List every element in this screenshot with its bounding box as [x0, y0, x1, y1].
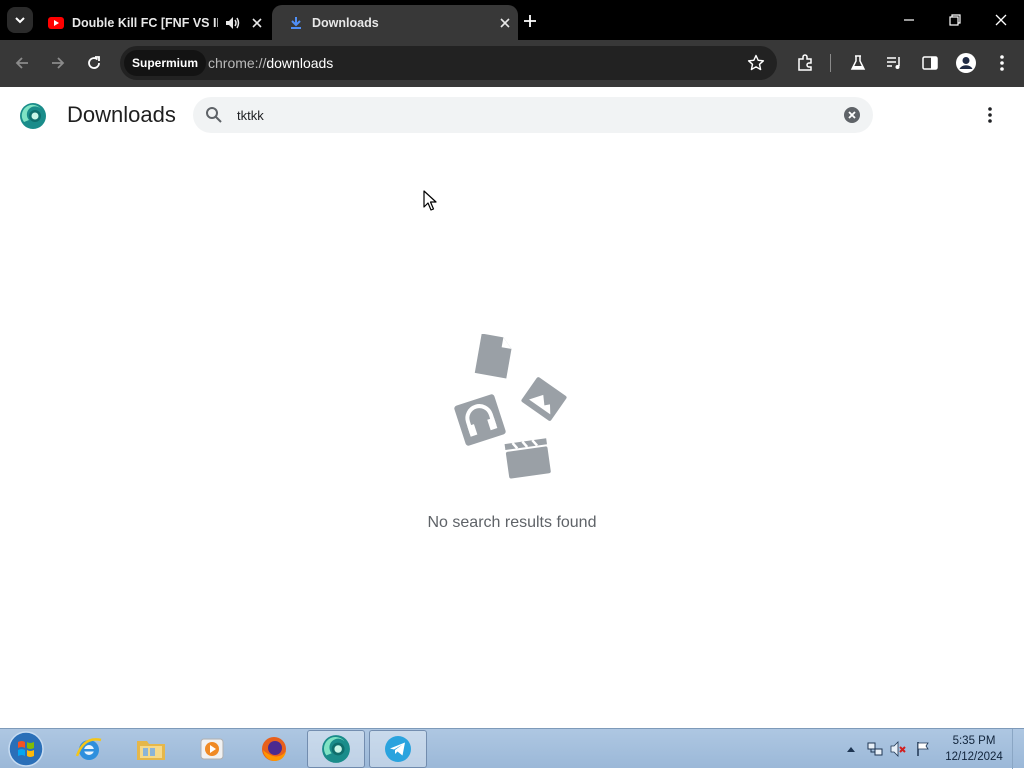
empty-state-message: No search results found [427, 514, 597, 531]
windows-start-icon [8, 731, 44, 767]
tab-title: Double Kill FC [FNF VS IMP [72, 15, 218, 30]
taskbar-media-player[interactable] [183, 730, 241, 768]
supermium-logo-icon [20, 103, 46, 129]
close-icon [995, 14, 1007, 26]
side-panel-button[interactable] [917, 50, 943, 76]
side-panel-icon [922, 56, 938, 70]
media-player-icon [200, 738, 224, 760]
video-icon [504, 438, 551, 479]
speaker-icon[interactable] [224, 14, 242, 32]
volume-muted-icon[interactable] [890, 740, 908, 758]
windows-taskbar: 5:35 PM 12/12/2024 [0, 728, 1024, 769]
browser-menu-button[interactable] [989, 50, 1015, 76]
image-icon [521, 377, 567, 421]
system-tray [842, 737, 932, 761]
reload-icon [88, 56, 100, 69]
clock-date: 12/12/2024 [945, 751, 1003, 763]
show-desktop-button[interactable] [1012, 729, 1024, 769]
plus-icon [524, 15, 536, 27]
tab-downloads[interactable]: Downloads [272, 5, 518, 40]
supermium-icon [322, 735, 350, 763]
arrow-left-icon [15, 57, 28, 69]
media-controls-button[interactable] [881, 50, 907, 76]
system-clock[interactable]: 5:35 PM 12/12/2024 [938, 733, 1010, 765]
forward-button[interactable] [45, 50, 71, 76]
page-title: Downloads [67, 102, 176, 127]
taskbar-telegram[interactable] [369, 730, 427, 768]
chevron-down-icon [15, 17, 25, 24]
url-host: downloads [266, 55, 334, 71]
reload-button[interactable] [81, 50, 107, 76]
close-tab-icon[interactable] [248, 14, 266, 32]
close-tab-icon[interactable] [496, 14, 514, 32]
browser-toolbar: Supermium chrome://downloads [0, 40, 1024, 87]
action-center-flag-icon[interactable] [914, 740, 932, 758]
mouse-cursor-icon [423, 190, 437, 211]
internet-explorer-icon [75, 738, 102, 760]
toolbar-separator [830, 54, 831, 72]
tab-search-button[interactable] [7, 7, 33, 33]
back-button[interactable] [9, 50, 35, 76]
tab-title: Downloads [312, 15, 379, 30]
tab-youtube[interactable]: Double Kill FC [FNF VS IMP [42, 5, 276, 40]
more-vert-icon [988, 107, 992, 123]
new-tab-button[interactable] [519, 10, 541, 32]
clock-time: 5:35 PM [952, 735, 996, 747]
start-button[interactable] [6, 730, 46, 768]
download-icon [288, 15, 304, 31]
address-bar[interactable]: Supermium chrome://downloads [120, 46, 777, 80]
restore-button[interactable] [935, 6, 975, 34]
taskbar-firefox[interactable] [245, 730, 303, 768]
document-icon [474, 334, 512, 379]
minimize-icon [904, 19, 914, 21]
audio-file-icon [454, 394, 506, 446]
bookmark-star-icon[interactable] [747, 54, 765, 72]
close-window-button[interactable] [981, 6, 1021, 34]
downloads-menu-button[interactable] [980, 104, 1000, 126]
labs-button[interactable] [845, 50, 871, 76]
file-explorer-icon [137, 741, 165, 760]
extensions-button[interactable] [792, 50, 818, 76]
arrow-right-icon [52, 57, 65, 69]
flask-icon [850, 55, 866, 70]
minimize-button[interactable] [889, 6, 929, 34]
tab-strip: Double Kill FC [FNF VS IMP Downloads [0, 0, 1024, 40]
url-text[interactable]: chrome://downloads [208, 46, 333, 80]
avatar-icon [956, 53, 976, 73]
taskbar-internet-explorer[interactable] [60, 730, 118, 768]
site-chip[interactable]: Supermium [124, 50, 207, 76]
search-icon [206, 107, 222, 123]
profile-button[interactable] [953, 50, 979, 76]
downloads-header: Downloads [0, 87, 1024, 143]
search-box[interactable] [193, 97, 873, 133]
show-hidden-icons-button[interactable] [842, 740, 860, 758]
puzzle-icon [798, 54, 812, 71]
music-queue-icon [887, 57, 900, 69]
more-vert-icon [1000, 55, 1004, 71]
search-input[interactable] [237, 97, 827, 133]
chevron-up-icon [847, 747, 855, 752]
no-results-illustration [454, 334, 567, 479]
firefox-icon [262, 737, 286, 761]
url-scheme: chrome:// [208, 55, 267, 71]
network-icon[interactable] [866, 740, 884, 758]
telegram-icon [385, 736, 411, 762]
restore-icon [949, 14, 961, 26]
taskbar-file-explorer[interactable] [122, 730, 180, 768]
clear-search-icon[interactable] [843, 106, 861, 124]
youtube-icon [48, 15, 64, 31]
taskbar-supermium[interactable] [307, 730, 365, 768]
